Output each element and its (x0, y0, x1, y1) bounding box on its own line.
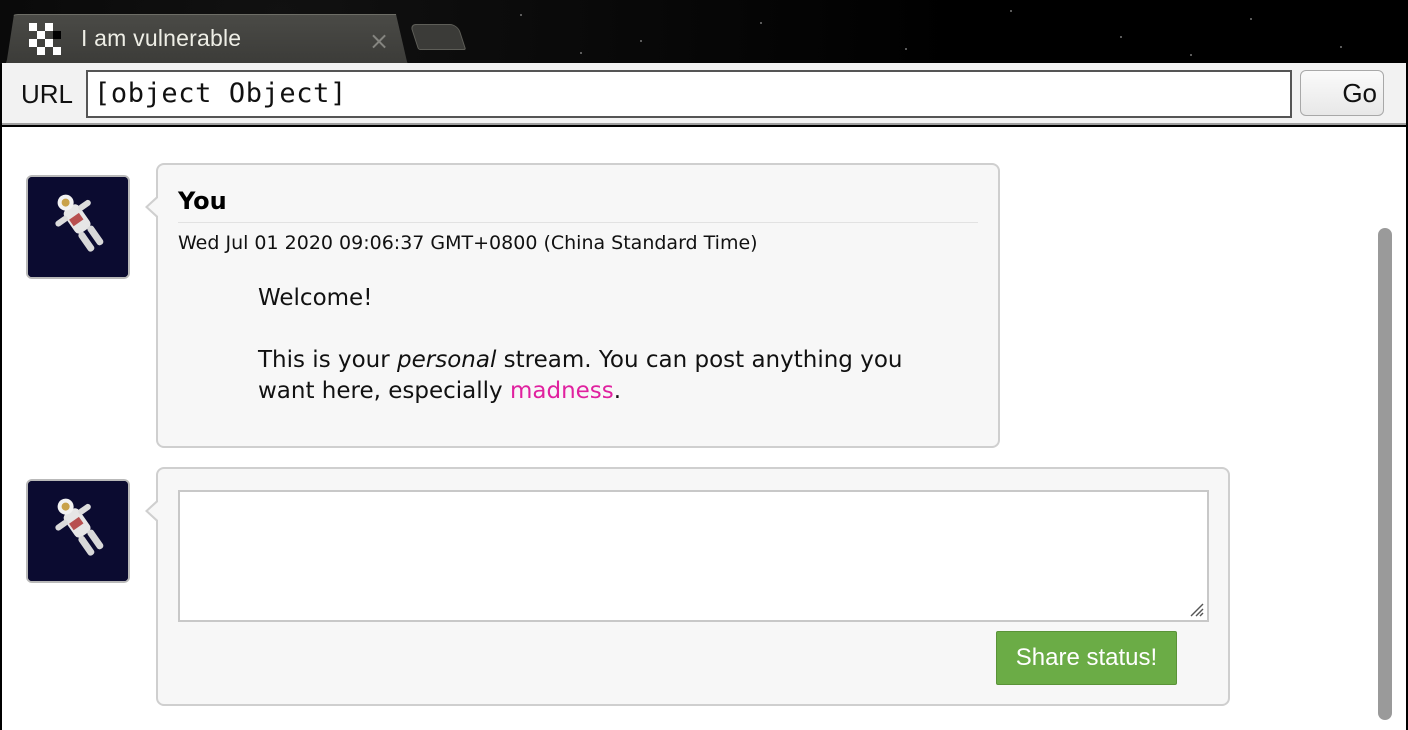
tab-strip: I am vulnerable × (0, 0, 1408, 64)
tab-close-icon[interactable]: × (369, 29, 389, 53)
url-label: URL (21, 79, 74, 109)
post-text-end: . (613, 378, 622, 404)
post-avatar (26, 175, 130, 279)
status-textarea[interactable] (178, 490, 1209, 622)
share-status-button[interactable]: Share status! (996, 631, 1177, 685)
post-bubble: You Wed Jul 01 2020 09:06:37 GMT+0800 (C… (145, 163, 1000, 448)
madness-link[interactable]: madness (510, 378, 614, 404)
composer-bubble: Share status! (145, 467, 1230, 706)
post-body: Welcome! This is your personal stream. Y… (258, 283, 918, 438)
page-viewport: You Wed Jul 01 2020 09:06:37 GMT+0800 (C… (2, 127, 1406, 730)
resize-grip-icon[interactable] (1188, 601, 1204, 617)
new-tab-icon[interactable] (409, 24, 467, 50)
post-text-emphasis: personal (397, 347, 497, 373)
post-line-stream: This is your personal stream. You can po… (258, 345, 918, 407)
checker-icon (29, 23, 63, 57)
post-line-welcome: Welcome! (258, 285, 373, 311)
post-author: You (178, 187, 227, 215)
post-divider (178, 222, 978, 223)
url-input[interactable]: [object Object] (86, 70, 1292, 118)
go-button[interactable]: Go (1300, 70, 1384, 116)
astronaut-avatar (28, 177, 128, 277)
post-text-before: This is your (258, 347, 398, 373)
post-date: Wed Jul 01 2020 09:06:37 GMT+0800 (China… (178, 232, 758, 254)
tab-title: I am vulnerable (81, 25, 242, 51)
browser-tab[interactable]: I am vulnerable × (6, 14, 408, 64)
composer-avatar (26, 479, 130, 583)
url-bar: URL [object Object] Go (2, 63, 1406, 125)
astronaut-avatar (28, 481, 128, 581)
scrollbar-thumb[interactable] (1378, 228, 1392, 720)
